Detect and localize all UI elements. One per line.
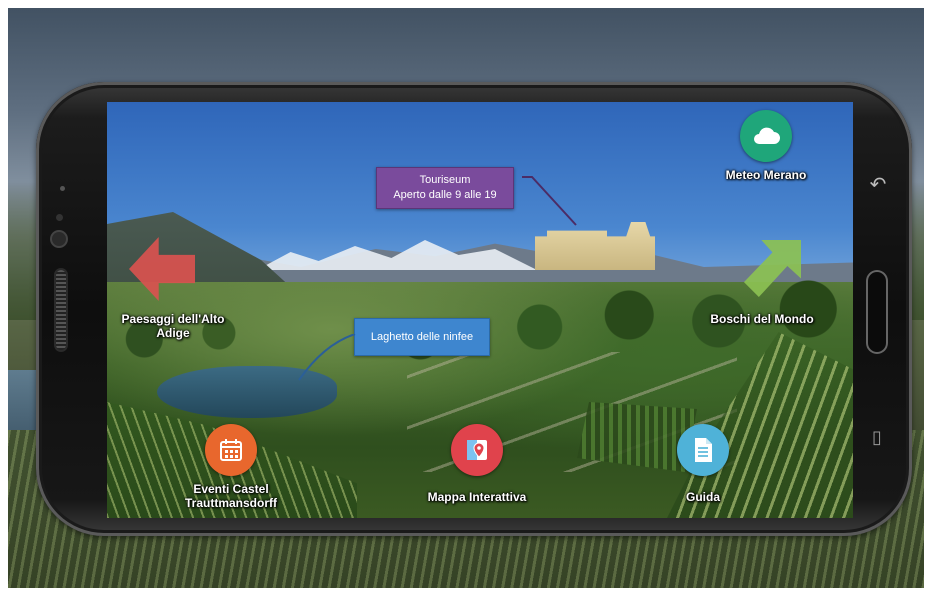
calendar-icon (220, 439, 242, 461)
front-sensor (56, 214, 63, 221)
back-key-icon[interactable]: ↶ (866, 172, 890, 196)
weather-label[interactable]: Meteo Merano (705, 168, 827, 182)
document-icon (695, 438, 712, 462)
menu-key-icon[interactable]: ▯ (868, 426, 886, 450)
poi-touriseum-tag[interactable]: Touriseum Aperto dalle 9 alle 19 (376, 167, 514, 209)
poi-touriseum-hours: Aperto dalle 9 alle 19 (393, 189, 497, 201)
events-button[interactable] (205, 424, 257, 476)
front-camera (52, 232, 66, 246)
home-button[interactable] (866, 270, 888, 354)
guide-button[interactable] (677, 424, 729, 476)
poi-touriseum-title: Touriseum (419, 174, 471, 186)
guide-label[interactable]: Guida (663, 490, 743, 504)
events-label[interactable]: Eventi Castel Trauttmansdorff (171, 482, 291, 510)
map-pin-icon (467, 440, 487, 460)
poi-lake-pointer (298, 334, 356, 381)
app-screen: Paesaggi dell'Alto Adige Boschi del Mond… (107, 102, 853, 518)
map-label[interactable]: Mappa Interattiva (407, 490, 547, 504)
nav-right-label[interactable]: Boschi del Mondo (697, 312, 827, 326)
poi-touriseum-pointer (522, 176, 577, 226)
poi-lake-tag[interactable]: Laghetto delle ninfee (354, 318, 490, 356)
sensor-dot (60, 186, 65, 191)
nav-left-label[interactable]: Paesaggi dell'Alto Adige (113, 312, 233, 340)
weather-button[interactable] (740, 110, 792, 162)
map-button[interactable] (451, 424, 503, 476)
cloud-icon (754, 127, 780, 144)
castle (535, 222, 655, 270)
earpiece-speaker (56, 270, 66, 350)
